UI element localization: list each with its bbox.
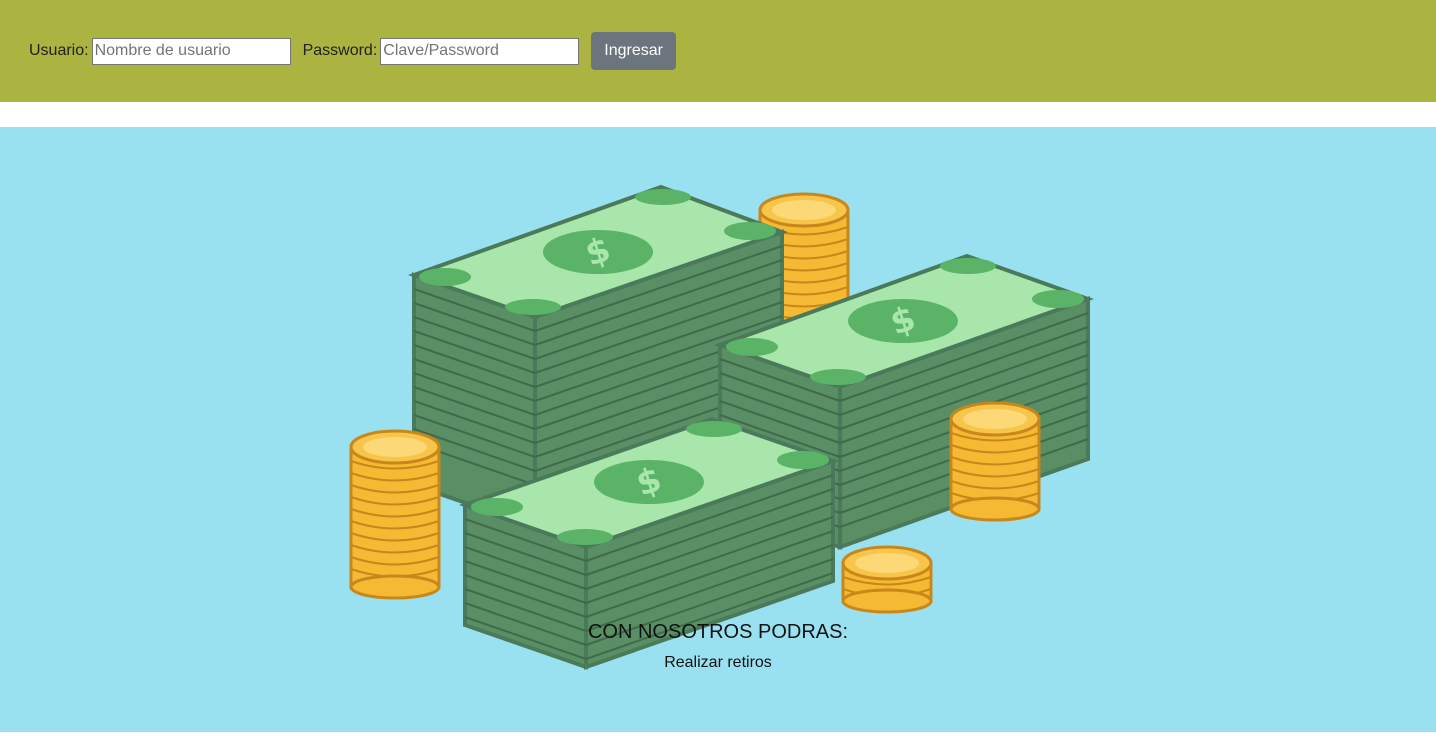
coin-stack-small — [841, 545, 933, 614]
hero-title: CON NOSOTROS PODRAS: — [587, 621, 849, 643]
username-input[interactable] — [91, 37, 291, 65]
coin-stack-right — [949, 401, 1041, 522]
coin-stack-left — [349, 429, 441, 600]
username-label: Usuario: — [29, 42, 89, 59]
hero-section: $ $ $ CON NOSOTROS PODRAS: Realizar reti… — [0, 127, 1436, 732]
password-label: Password: — [302, 42, 378, 59]
hero-item: Realizar retiros — [664, 654, 772, 671]
login-form: Usuario: Password: Ingresar — [29, 32, 676, 70]
password-input[interactable] — [380, 37, 580, 65]
top-login-bar: Usuario: Password: Ingresar — [0, 0, 1436, 102]
login-button[interactable]: Ingresar — [591, 32, 676, 70]
